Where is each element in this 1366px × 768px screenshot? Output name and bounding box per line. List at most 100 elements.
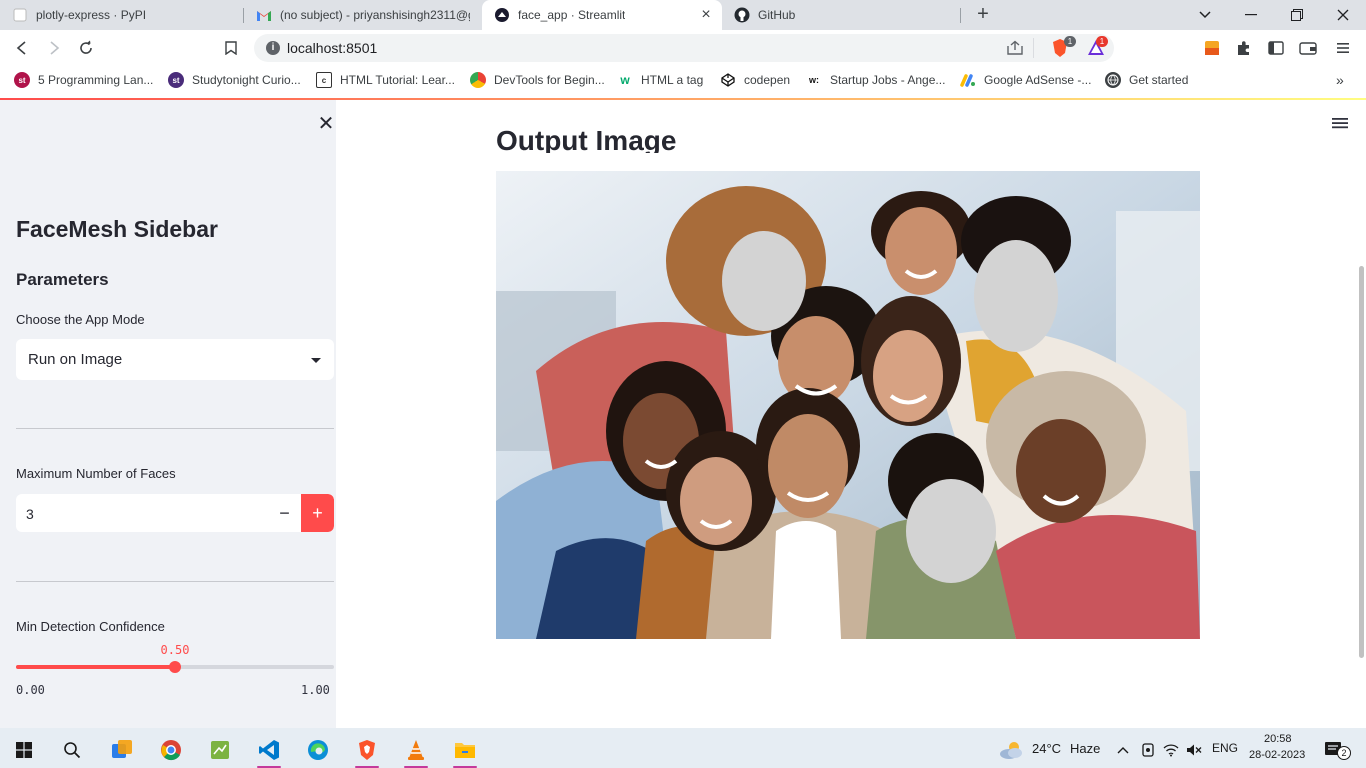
chevron-up-icon[interactable]	[1112, 732, 1134, 768]
output-image	[496, 171, 1200, 639]
browser-menu-icon[interactable]	[1333, 38, 1353, 58]
bookmark-item[interactable]: Get started	[1105, 70, 1188, 90]
speaker-muted-icon[interactable]	[1183, 732, 1205, 768]
bookmark-label: DevTools for Begin...	[494, 73, 605, 87]
bookmark-label: Google AdSense -...	[984, 73, 1092, 87]
notification-count-badge: 2	[1337, 746, 1351, 760]
bookmark-item[interactable]: c HTML Tutorial: Lear...	[316, 70, 455, 90]
browser-tab-strip: plotly-express · PyPI (no subject) - pri…	[0, 0, 1366, 30]
bookmark-item[interactable]: DevTools for Begin...	[470, 70, 605, 90]
more-bookmarks-chevron-icon[interactable]: »	[1336, 70, 1344, 90]
studytonight-icon: st	[14, 72, 30, 88]
vlc-icon[interactable]	[396, 732, 436, 768]
tab-title: face_app · Streamlit	[518, 8, 626, 22]
reload-icon[interactable]	[74, 36, 98, 60]
bookmark-item[interactable]: codepen	[720, 70, 790, 90]
sidebar-divider	[16, 581, 334, 582]
bookmark-label: codepen	[744, 73, 791, 87]
wifi-icon[interactable]	[1160, 732, 1182, 768]
close-sidebar-icon[interactable]: ✕	[316, 114, 336, 134]
bookmark-item[interactable]: st 5 Programming Lan...	[14, 70, 153, 90]
meet-now-icon[interactable]	[1137, 732, 1159, 768]
streamlit-icon	[494, 7, 510, 23]
task-view-icon[interactable]	[102, 732, 142, 768]
max-faces-number-input[interactable]: 3 − +	[16, 494, 334, 532]
adsense-icon	[960, 72, 976, 88]
vscode-icon[interactable]	[249, 732, 289, 768]
decrement-button[interactable]: −	[268, 494, 301, 532]
address-bar[interactable]: i localhost:8501 1 1	[254, 34, 1114, 62]
language-indicator[interactable]: ENG	[1212, 741, 1238, 755]
brave-shields-badge: 1	[1064, 36, 1076, 47]
tab-github[interactable]: GitHub	[722, 0, 960, 30]
omnibox-divider	[1033, 38, 1034, 58]
studytonight-icon: st	[168, 72, 184, 88]
gmail-icon	[256, 7, 272, 23]
app-mode-value: Run on Image	[28, 351, 123, 368]
close-tab-icon[interactable]: ×	[698, 7, 714, 23]
file-explorer-icon[interactable]	[445, 732, 485, 768]
bookmark-label: Startup Jobs - Ange...	[830, 73, 946, 87]
taskbar: 24°C Haze ENG 20:58 28-02-2023 2	[0, 728, 1366, 768]
confidence-slider-value: 0.50	[160, 643, 190, 657]
chrome-icon[interactable]	[151, 732, 191, 768]
increment-button[interactable]: +	[301, 494, 334, 532]
bookmark-label: HTML Tutorial: Lear...	[340, 73, 455, 87]
new-tab-button[interactable]: +	[972, 4, 994, 26]
bookmark-item[interactable]: Google AdSense -...	[960, 70, 1091, 90]
close-window-button[interactable]	[1320, 0, 1366, 30]
wallet-icon[interactable]	[1298, 38, 1318, 58]
max-faces-label: Maximum Number of Faces	[16, 466, 176, 481]
codepen-icon	[720, 72, 736, 88]
clock-time[interactable]: 20:58	[1264, 733, 1292, 745]
bookmark-item[interactable]: w: Startup Jobs - Ange...	[806, 70, 945, 90]
tab-search-chevron-icon[interactable]	[1182, 0, 1228, 30]
weather-temperature[interactable]: 24°C	[1032, 741, 1061, 756]
edge-icon[interactable]	[298, 732, 338, 768]
clock-date[interactable]: 28-02-2023	[1249, 749, 1305, 761]
tab-gmail[interactable]: (no subject) - priyanshisingh2311@gm	[244, 0, 482, 30]
bookmark-label: HTML a tag	[641, 73, 704, 87]
chevron-down-icon	[310, 353, 322, 365]
minimize-button[interactable]	[1228, 0, 1274, 30]
globe-icon	[1105, 72, 1121, 88]
bookmark-icon[interactable]	[219, 36, 243, 60]
bookmark-label: 5 Programming Lan...	[38, 73, 154, 87]
confidence-slider[interactable]	[16, 661, 334, 673]
sidebar-panel-icon[interactable]	[1266, 38, 1286, 58]
bookmarks-bar: st 5 Programming Lan... st Studytonight …	[0, 66, 1366, 94]
url-text: localhost:8501	[287, 40, 378, 56]
tab-pypi[interactable]: plotly-express · PyPI	[0, 0, 243, 30]
max-faces-value[interactable]: 3	[26, 506, 34, 522]
puzzle-piece-icon[interactable]	[1234, 38, 1254, 58]
search-icon[interactable]	[52, 732, 92, 768]
parameters-heading: Parameters	[16, 270, 109, 289]
app-mode-label: Choose the App Mode	[16, 312, 145, 327]
tab-title: plotly-express · PyPI	[36, 8, 147, 22]
output-image-heading-text: Output Image	[496, 125, 677, 153]
confidence-label: Min Detection Confidence	[16, 619, 165, 634]
extension-icon[interactable]	[1202, 38, 1222, 58]
brave-rewards-badge: 1	[1096, 36, 1108, 47]
app-mode-select[interactable]: Run on Image	[16, 339, 334, 380]
weather-haze-icon[interactable]	[992, 732, 1032, 768]
bookmark-label: Studytonight Curio...	[192, 73, 301, 87]
restore-button[interactable]	[1274, 0, 1320, 30]
slider-fill	[16, 665, 175, 669]
page-scrollbar[interactable]	[1359, 266, 1364, 658]
bookmark-item[interactable]: st Studytonight Curio...	[168, 70, 301, 90]
back-arrow-icon[interactable]	[10, 36, 34, 60]
site-info-icon[interactable]: i	[266, 41, 280, 55]
tab-streamlit[interactable]: face_app · Streamlit ×	[482, 0, 722, 30]
share-icon[interactable]	[1006, 40, 1024, 61]
brave-browser-icon[interactable]	[347, 732, 387, 768]
notifications-icon[interactable]: 2	[1316, 732, 1352, 768]
hamburger-menu-icon[interactable]	[1332, 116, 1352, 134]
weather-condition[interactable]: Haze	[1070, 741, 1100, 756]
slider-thumb[interactable]	[169, 661, 181, 673]
windows-start-icon[interactable]	[4, 732, 44, 768]
sidebar-title: FaceMesh Sidebar	[16, 216, 218, 242]
sticky-notes-icon[interactable]	[200, 732, 240, 768]
forward-arrow-icon[interactable]	[42, 36, 66, 60]
bookmark-item[interactable]: w HTML a tag	[617, 70, 703, 90]
